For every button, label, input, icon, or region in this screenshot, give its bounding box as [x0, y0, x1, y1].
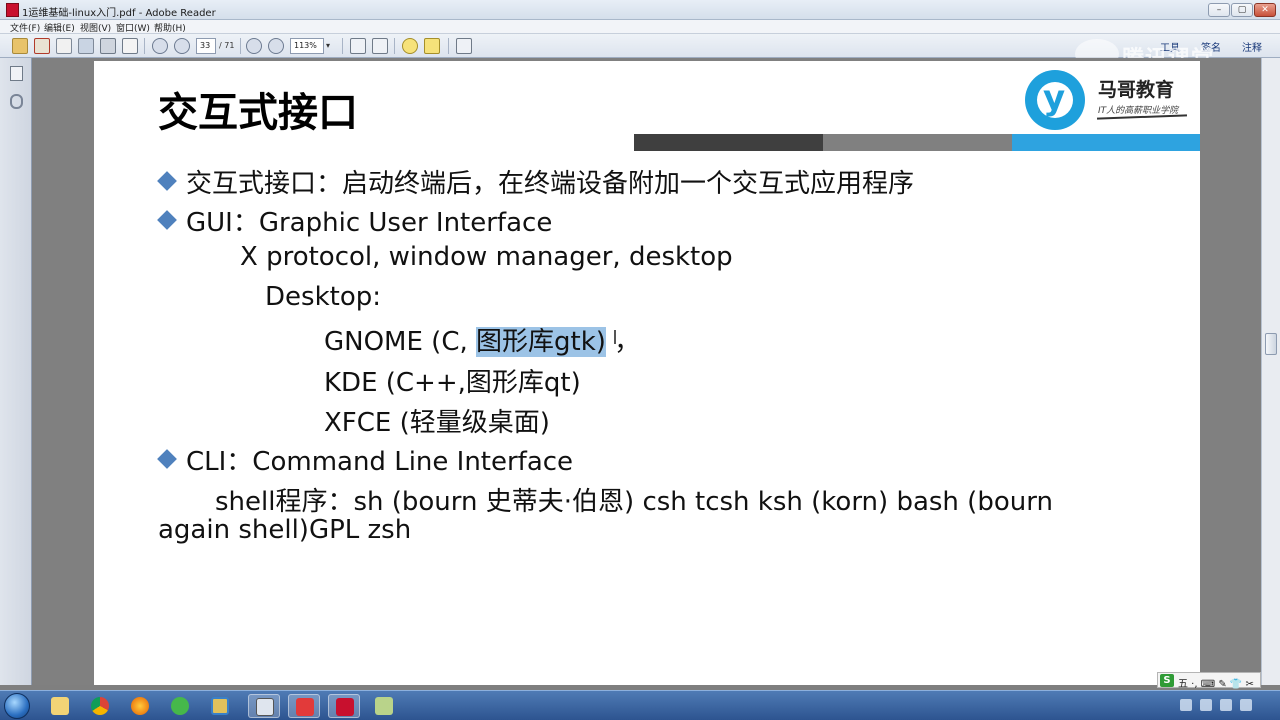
header-bar-dark — [634, 134, 823, 151]
line-shell-continued: again shell)GPL zsh — [158, 515, 412, 545]
zoom-level-select[interactable]: 113% — [290, 38, 324, 54]
logo-glyph: y — [1043, 78, 1066, 118]
folder-icon — [51, 697, 69, 715]
fullscreen-icon[interactable] — [456, 38, 472, 54]
attachments-icon[interactable] — [10, 94, 23, 109]
notes-taskbar-button[interactable] — [368, 694, 400, 718]
previous-page-icon[interactable] — [152, 38, 168, 54]
slide-title: 交互式接口 — [158, 90, 358, 136]
line-text: 交互式接口：启动终端后，在终端设备附加一个交互式应用程序 — [186, 169, 915, 199]
clock-icon[interactable] — [1240, 699, 1252, 711]
save-icon[interactable] — [78, 38, 94, 54]
toolbar-separator — [394, 38, 395, 54]
network-icon[interactable] — [1200, 699, 1212, 711]
toolbar-separator — [342, 38, 343, 54]
vertical-scrollbar[interactable] — [1261, 58, 1280, 685]
bullet-diamond-icon — [157, 171, 177, 191]
line-gnome: GNOME (C, 图形库gtk) ， — [324, 321, 640, 358]
line-xfce: XFCE (轻量级桌面) — [324, 408, 550, 438]
selected-text[interactable]: 图形库gtk) — [476, 327, 606, 357]
maximize-button[interactable]: ▢ — [1231, 3, 1253, 17]
menu-edit[interactable]: 编辑(E) — [44, 21, 75, 34]
toolbar-separator — [240, 38, 241, 54]
sogou-ime-icon[interactable]: S — [1160, 674, 1174, 687]
logo-tagline: IT人的高薪职业学院 — [1098, 106, 1179, 116]
line-text: GNOME (C, — [324, 327, 477, 357]
comment-icon[interactable] — [402, 38, 418, 54]
remote-taskbar-button[interactable] — [248, 694, 280, 718]
window-title: 1运维基础-linux入门.pdf - Adobe Reader — [22, 8, 216, 19]
line-x-protocol: X protocol, window manager, desktop — [240, 242, 733, 272]
fit-page-icon[interactable] — [372, 38, 388, 54]
taskbar — [0, 690, 1280, 720]
header-bar-gray — [823, 134, 1012, 151]
edit-icon[interactable] — [56, 38, 72, 54]
ime-status[interactable]: 五 ·, ⌨ ✎ 👕 ✂ — [1178, 675, 1254, 690]
header-bar-blue — [1012, 134, 1200, 151]
chrome-icon — [91, 697, 109, 715]
logo-name: 马哥教育 — [1098, 79, 1175, 101]
adobe-reader-icon — [6, 3, 19, 17]
text-cursor — [614, 330, 616, 344]
email-icon[interactable] — [122, 38, 138, 54]
magedu-logo: y — [1025, 70, 1085, 130]
start-button-icon[interactable] — [4, 693, 30, 719]
scrollbar-thumb[interactable] — [1265, 333, 1277, 355]
open-icon[interactable] — [34, 38, 50, 54]
bullet-line-interactive: 交互式接口：启动终端后，在终端设备附加一个交互式应用程序 — [157, 163, 915, 200]
line-text: GUI：Graphic User Interface — [186, 208, 553, 238]
bullet-line-gui: GUI：Graphic User Interface — [157, 202, 553, 239]
monitor-icon — [256, 698, 274, 716]
page-number-input[interactable]: 33 — [196, 38, 216, 54]
line-desktop: Desktop: — [265, 282, 381, 312]
line-text: ， — [605, 327, 641, 357]
create-pdf-icon[interactable] — [12, 38, 28, 54]
app-icon — [211, 697, 229, 715]
menu-file[interactable]: 文件(F) — [10, 21, 40, 34]
bullet-diamond-icon — [157, 449, 177, 469]
chevron-down-icon[interactable]: ▾ — [326, 41, 330, 50]
adobe-reader-taskbar-button[interactable] — [328, 694, 360, 718]
pdf-page — [94, 61, 1200, 685]
highlight-icon[interactable] — [424, 38, 440, 54]
notes-icon — [375, 697, 393, 715]
line-shell-programs: shell程序：sh (bourn 史蒂夫·伯恩) csh tcsh ksh (… — [215, 487, 1053, 517]
menu-window[interactable]: 窗口(W) — [116, 21, 150, 34]
page-total: / 71 — [219, 41, 235, 50]
title-bar: 1运维基础-linux入门.pdf - Adobe Reader – ▢ ✕ — [0, 0, 1280, 20]
next-page-icon[interactable] — [174, 38, 190, 54]
fit-width-icon[interactable] — [350, 38, 366, 54]
zoom-in-icon[interactable] — [268, 38, 284, 54]
line-text: CLI：Command Line Interface — [186, 447, 574, 477]
pdf-tool-icon — [296, 698, 314, 716]
bullet-diamond-icon — [157, 210, 177, 230]
ie-taskbar-button[interactable] — [164, 694, 196, 718]
page-thumbnails-icon[interactable] — [10, 66, 23, 81]
menu-view[interactable]: 视图(V) — [80, 21, 111, 34]
toolbar-separator — [144, 38, 145, 54]
toolbar-separator — [448, 38, 449, 54]
flag-icon[interactable] — [1180, 699, 1192, 711]
menu-help[interactable]: 帮助(H) — [154, 21, 186, 34]
adobe-reader-icon — [336, 698, 354, 716]
print-icon[interactable] — [100, 38, 116, 54]
zoom-out-icon[interactable] — [246, 38, 262, 54]
firefox-icon — [131, 697, 149, 715]
menu-bar: 文件(F) 编辑(E) 视图(V) 窗口(W) 帮助(H) — [0, 20, 1280, 34]
ime-toolbar[interactable]: S 五 ·, ⌨ ✎ 👕 ✂ — [1157, 672, 1261, 690]
chrome-taskbar-button[interactable] — [84, 694, 116, 718]
line-kde: KDE (C++,图形库qt) — [324, 368, 581, 398]
comment-tab[interactable]: 注释 — [1242, 39, 1262, 54]
app-taskbar-button[interactable] — [204, 694, 236, 718]
close-button[interactable]: ✕ — [1254, 3, 1276, 17]
pdf-editor-taskbar-button[interactable] — [288, 694, 320, 718]
navigation-pane — [0, 58, 32, 685]
volume-icon[interactable] — [1220, 699, 1232, 711]
browser-e-icon — [171, 697, 189, 715]
explorer-taskbar-button[interactable] — [44, 694, 76, 718]
firefox-taskbar-button[interactable] — [124, 694, 156, 718]
system-tray — [1170, 691, 1280, 720]
bullet-line-cli: CLI：Command Line Interface — [157, 441, 574, 478]
minimize-button[interactable]: – — [1208, 3, 1230, 17]
